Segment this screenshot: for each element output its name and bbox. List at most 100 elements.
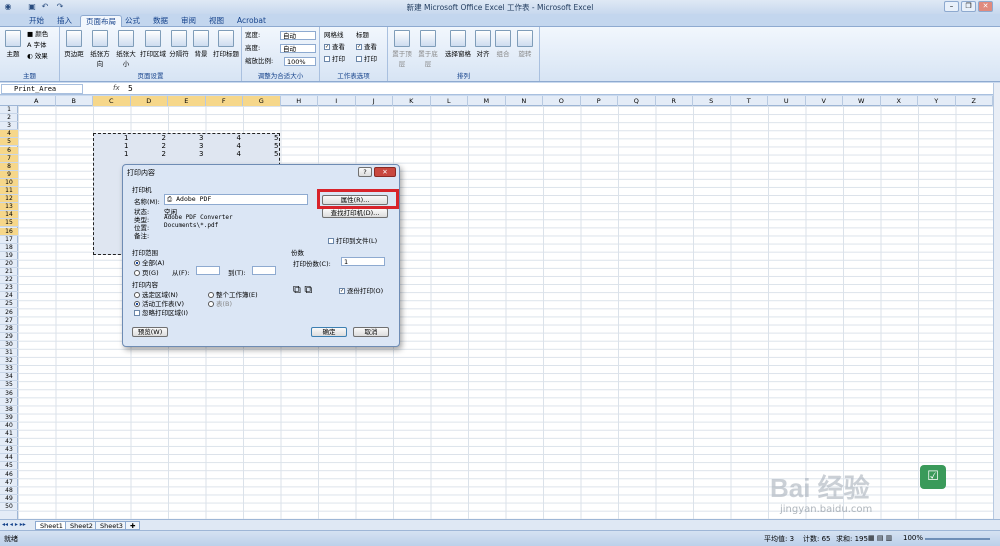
row-header-4[interactable]: 4 (0, 130, 18, 139)
copies-input[interactable]: 1 (341, 257, 385, 266)
group-button[interactable]: 组合 (494, 30, 512, 58)
restore-icon[interactable]: ❐ (961, 1, 976, 12)
row-header-16[interactable]: 16 (0, 227, 18, 236)
background-button[interactable]: 背景 (192, 30, 210, 58)
row-header-31[interactable]: 31 (0, 349, 18, 358)
row-header-28[interactable]: 28 (0, 325, 18, 333)
orientation-button[interactable]: 纸张方向 (88, 30, 112, 68)
row-header-2[interactable]: 2 (0, 114, 18, 123)
column-header-i[interactable]: I (318, 96, 356, 106)
row-header-3[interactable]: 3 (0, 122, 18, 131)
sheet-nav-icon[interactable]: ◂◂ ◂ ▸ ▸▸ (2, 521, 26, 528)
row-header-36[interactable]: 36 (0, 390, 18, 398)
column-header-u[interactable]: U (768, 96, 806, 106)
tab-home[interactable]: 开始 (24, 15, 49, 27)
row-header-6[interactable]: 6 (0, 146, 18, 155)
row-header-35[interactable]: 35 (0, 381, 18, 390)
row-header-43[interactable]: 43 (0, 446, 18, 455)
fx-icon[interactable]: fx (113, 84, 120, 92)
help-icon[interactable]: ? (358, 167, 372, 177)
row-header-22[interactable]: 22 (0, 276, 18, 285)
row-header-32[interactable]: 32 (0, 357, 18, 366)
column-header-n[interactable]: N (506, 96, 543, 106)
align-button[interactable]: 对齐 (474, 30, 492, 58)
row-header-5[interactable]: 5 (0, 138, 18, 147)
column-header-w[interactable]: W (843, 96, 881, 106)
gridlines-view-checkbox[interactable]: ✓ 查看 (324, 43, 345, 52)
from-input[interactable] (196, 266, 220, 275)
row-header-23[interactable]: 23 (0, 284, 18, 293)
row-header-1[interactable]: 1 (0, 106, 18, 115)
row-header-17[interactable]: 17 (0, 236, 18, 244)
range-pages-radio[interactable]: 页(G) (134, 267, 159, 277)
cell-value[interactable]: 3 (166, 150, 203, 158)
column-header-z[interactable]: Z (956, 96, 993, 106)
cell-value[interactable]: 1 (91, 150, 128, 158)
width-select[interactable]: 自动 (280, 31, 316, 40)
printer-select[interactable]: ⎙ Adobe PDF (164, 194, 308, 205)
column-header-c[interactable]: C (93, 96, 131, 106)
column-header-r[interactable]: R (656, 96, 693, 106)
row-header-10[interactable]: 10 (0, 178, 18, 187)
ok-button[interactable]: 确定 (311, 327, 347, 337)
row-header-24[interactable]: 24 (0, 292, 18, 301)
tab-insert[interactable]: 插入 (52, 15, 77, 27)
table-radio[interactable]: 表(B) (208, 298, 232, 308)
breaks-button[interactable]: 分隔符 (168, 30, 190, 58)
column-header-j[interactable]: J (356, 96, 393, 106)
cancel-button[interactable]: 取消 (353, 327, 389, 337)
column-header-o[interactable]: O (543, 96, 581, 106)
row-header-45[interactable]: 45 (0, 462, 18, 471)
find-printer-button[interactable]: 查找打印机(D)... (322, 208, 388, 218)
row-header-48[interactable]: 48 (0, 487, 18, 495)
row-header-15[interactable]: 15 (0, 219, 18, 228)
cell-value[interactable]: 4 (204, 150, 241, 158)
row-header-26[interactable]: 26 (0, 309, 18, 317)
print-titles-button[interactable]: 打印标题 (212, 30, 240, 58)
minimize-icon[interactable]: – (944, 1, 959, 12)
row-header-46[interactable]: 46 (0, 471, 18, 479)
to-input[interactable] (252, 266, 276, 275)
headings-print-checkbox[interactable]: 打印 (356, 55, 377, 64)
row-header-41[interactable]: 41 (0, 430, 18, 439)
view-buttons-icon[interactable]: ▦ ▤ ▥ (868, 534, 892, 542)
tab-data[interactable]: 数据 (148, 15, 173, 27)
headings-view-checkbox[interactable]: ✓ 查看 (356, 43, 377, 52)
fonts-button[interactable]: A 字体 (27, 41, 47, 50)
cell-value[interactable]: 1 (91, 134, 128, 142)
row-header-11[interactable]: 11 (0, 187, 18, 196)
tab-acrobat[interactable]: Acrobat (232, 15, 271, 27)
cell-value[interactable]: 5 (241, 142, 278, 150)
cell-value[interactable]: 2 (129, 134, 166, 142)
column-header-t[interactable]: T (731, 96, 768, 106)
row-header-38[interactable]: 38 (0, 406, 18, 414)
dialog-close-icon[interactable]: ✕ (374, 167, 396, 177)
column-header-k[interactable]: K (393, 96, 431, 106)
column-header-y[interactable]: Y (918, 96, 956, 106)
range-all-radio[interactable]: 全部(A) (134, 257, 165, 267)
sheet-tab-2[interactable]: Sheet2 (65, 521, 98, 530)
cell-value[interactable]: 2 (129, 150, 166, 158)
row-header-42[interactable]: 42 (0, 438, 18, 447)
row-header-9[interactable]: 9 (0, 170, 18, 179)
row-header-30[interactable]: 30 (0, 341, 18, 349)
vertical-scrollbar[interactable] (993, 83, 1000, 519)
colors-button[interactable]: ■ 颜色 (27, 30, 48, 39)
row-header-27[interactable]: 27 (0, 317, 18, 325)
scale-input[interactable]: 100% (284, 57, 316, 66)
name-box[interactable]: Print_Area (1, 84, 83, 94)
row-header-34[interactable]: 34 (0, 373, 18, 382)
row-header-37[interactable]: 37 (0, 398, 18, 406)
row-header-7[interactable]: 7 (0, 154, 18, 163)
column-header-q[interactable]: Q (618, 96, 656, 106)
cell-value[interactable]: 3 (166, 142, 203, 150)
row-header-33[interactable]: 33 (0, 365, 18, 374)
sheet-tab-1[interactable]: Sheet1 (35, 521, 68, 530)
tab-review[interactable]: 审阅 (176, 15, 201, 27)
row-header-21[interactable]: 21 (0, 268, 18, 277)
zoom-level[interactable]: 100% (903, 534, 923, 542)
column-header-l[interactable]: L (431, 96, 468, 106)
preview-button[interactable]: 预览(W) (132, 327, 168, 337)
row-header-40[interactable]: 40 (0, 422, 18, 430)
cell-value[interactable]: 1 (91, 142, 128, 150)
